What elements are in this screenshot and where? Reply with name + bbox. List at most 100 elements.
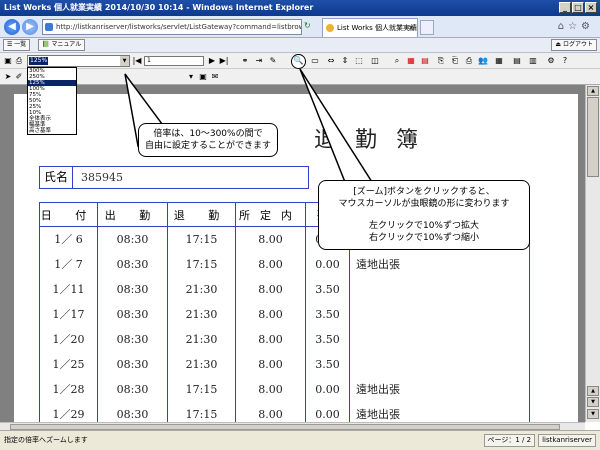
chart-icon[interactable]: ▥ [528, 56, 538, 66]
export-icon[interactable]: ⇥ [254, 56, 264, 66]
maximize-button[interactable]: □ [572, 2, 584, 13]
minimize-button[interactable]: _ [559, 2, 571, 13]
document-title: 退 勤 簿 [314, 128, 424, 153]
stamp-icon[interactable]: ✎ [268, 56, 278, 66]
logout-button[interactable]: ⏏ ログアウト [551, 39, 597, 51]
annotation-icon[interactable]: ✉ [210, 72, 220, 82]
cell-overtime: 0.00 [305, 251, 350, 277]
cell-regular: 8.00 [235, 276, 306, 302]
users-icon[interactable]: 👥 [478, 56, 488, 66]
copy-icon[interactable]: ⎘ [436, 56, 446, 66]
print-preview-icon[interactable]: ⎙ [464, 56, 474, 66]
last-page-icon[interactable]: ▶| [219, 56, 229, 66]
callout-zoom-button: [ズーム]ボタンをクリックすると、 マウスカーソルが虫眼鏡の形に変わります 左ク… [318, 180, 530, 250]
address-url: http://listkanriserver/listworks/servlet… [56, 23, 302, 31]
fit-page-icon[interactable]: ⬚ [354, 56, 364, 66]
save-icon[interactable]: ▣ [3, 56, 13, 66]
back-arrow-icon[interactable]: ◀ [4, 19, 20, 35]
new-tab-button[interactable] [420, 20, 434, 35]
cell-in: 08:30 [97, 326, 168, 352]
cell-date: 1／11 [39, 276, 98, 302]
highlight-icon[interactable]: ▦ [406, 56, 416, 66]
scroll-down-icon[interactable]: ▼ [587, 409, 599, 419]
list-button[interactable]: ☰ 一覧 [3, 39, 31, 51]
cell-in: 08:30 [97, 226, 168, 252]
home-favorites-settings-icons[interactable]: ⌂☆⚙ [558, 21, 594, 32]
page-up-icon[interactable]: ▲ [587, 386, 599, 396]
zoom-dropdown-list[interactable]: 300% 250% 125% 100% 75% 50% 25% 10% 全体表示… [27, 67, 77, 135]
browser-tab[interactable]: List Works 個人就業実績 2... × [322, 18, 418, 37]
name-box: 氏名 385945 [39, 166, 309, 189]
zoom-option[interactable]: 高さ基準 [28, 128, 76, 134]
mark-icon[interactable]: ▤ [420, 56, 430, 66]
close-button[interactable]: × [585, 2, 597, 13]
chevron-down-icon[interactable]: ▼ [120, 56, 129, 66]
document-viewer[interactable]: 退 勤 簿 氏名 385945 日 付 出 勤 退 勤 所定内 残 1／ 608… [0, 85, 585, 422]
cell-regular: 8.00 [235, 326, 306, 352]
cell-overtime: 0.00 [305, 376, 350, 402]
pointer-icon[interactable]: ➤ [3, 72, 13, 82]
cell-regular: 8.00 [235, 401, 306, 422]
cell-date: 1／20 [39, 326, 98, 352]
grid-icon[interactable]: ▦ [494, 56, 504, 66]
cell-out: 21:30 [167, 276, 236, 302]
fit-height-icon[interactable]: ⇕ [340, 56, 350, 66]
table-row: 1／25 08:30 21:30 8.00 3.50 [39, 351, 530, 377]
cell-date: 1／25 [39, 351, 98, 377]
cell-out: 17:15 [167, 401, 236, 422]
first-page-icon[interactable]: |◀ [132, 56, 142, 66]
table-row: 1／17 08:30 21:30 8.00 3.50 [39, 301, 530, 327]
horizontal-scrollbar[interactable] [0, 422, 585, 430]
print-icon[interactable]: ⎙ [14, 56, 24, 66]
forward-arrow-icon[interactable]: ▶ [22, 19, 38, 35]
page-view-icon[interactable]: ▭ [310, 56, 320, 66]
callout-zoom-range: 倍率は、10～300%の間で 自由に設定することができます [138, 123, 278, 157]
paste-icon[interactable]: ⎗ [450, 56, 460, 66]
callout-text: 倍率は、10～300%の間で [153, 129, 263, 139]
scroll-thumb[interactable] [587, 97, 599, 177]
cell-out: 21:30 [167, 326, 236, 352]
page-number-input[interactable]: 1 [144, 56, 204, 66]
page-icon [45, 23, 53, 31]
pen-icon[interactable]: ✐ [14, 72, 24, 82]
vertical-scrollbar[interactable]: ▲ ▲ ▼ ▼ [585, 85, 600, 422]
window-title-bar: List Works 個人就業実績 2014/10/30 10:14 - Win… [0, 0, 600, 16]
cell-overtime: 3.50 [305, 351, 350, 377]
cell-date: 1／ 6 [39, 226, 98, 252]
zoom-select[interactable]: 125% ▼ [27, 55, 130, 67]
chevron-down-icon[interactable]: ▾ [186, 72, 196, 82]
document-page: 退 勤 簿 氏名 385945 日 付 出 勤 退 勤 所定内 残 1／ 608… [14, 94, 578, 422]
settings-icon[interactable]: ⚙ [546, 56, 556, 66]
image-icon[interactable]: ▣ [198, 72, 208, 82]
fit-width-icon[interactable]: ⇔ [326, 56, 336, 66]
cell-regular: 8.00 [235, 376, 306, 402]
app-bar: ☰ 一覧 📗 マニュアル ⏏ ログアウト [0, 38, 600, 53]
refresh-icon[interactable]: ↻ [304, 21, 311, 30]
cell-note: 遠地出張 [349, 251, 530, 277]
address-bar[interactable]: http://listkanriserver/listworks/servlet… [42, 19, 302, 35]
link-icon[interactable]: ⚭ [240, 56, 250, 66]
callout-text: 左クリックで10%ずつ拡大 [368, 221, 479, 231]
tab-close-icon[interactable]: × [408, 19, 414, 37]
help-icon[interactable]: ? [560, 56, 570, 66]
scroll-up-icon[interactable]: ▲ [587, 86, 599, 96]
server-name: listkanriserver [538, 434, 596, 447]
callout-text: [ズーム]ボタンをクリックすると、 [353, 187, 495, 197]
page-down-icon[interactable]: ▼ [587, 397, 599, 407]
search-text-icon[interactable]: ⌕ [392, 56, 402, 66]
zoom-tool-magnifier-icon[interactable]: 🔍 [291, 54, 306, 69]
layout-icon[interactable]: ◫ [370, 56, 380, 66]
cell-in: 08:30 [97, 376, 168, 402]
column-header: 退 勤 [167, 202, 236, 227]
browser-navigation-bar: ◀ ▶ http://listkanriserver/listworks/ser… [0, 16, 600, 38]
next-page-icon[interactable]: ▶ [207, 56, 217, 66]
manual-button[interactable]: 📗 マニュアル [38, 39, 86, 51]
cell-date: 1／29 [39, 401, 98, 422]
name-label: 氏名 [40, 167, 73, 188]
table-icon[interactable]: ▤ [512, 56, 522, 66]
window-title: List Works 個人就業実績 2014/10/30 10:14 - Win… [4, 3, 314, 12]
cell-in: 08:30 [97, 401, 168, 422]
table-row: 1／11 08:30 21:30 8.00 3.50 [39, 276, 530, 302]
cell-out: 21:30 [167, 301, 236, 327]
cell-overtime: 3.50 [305, 276, 350, 302]
